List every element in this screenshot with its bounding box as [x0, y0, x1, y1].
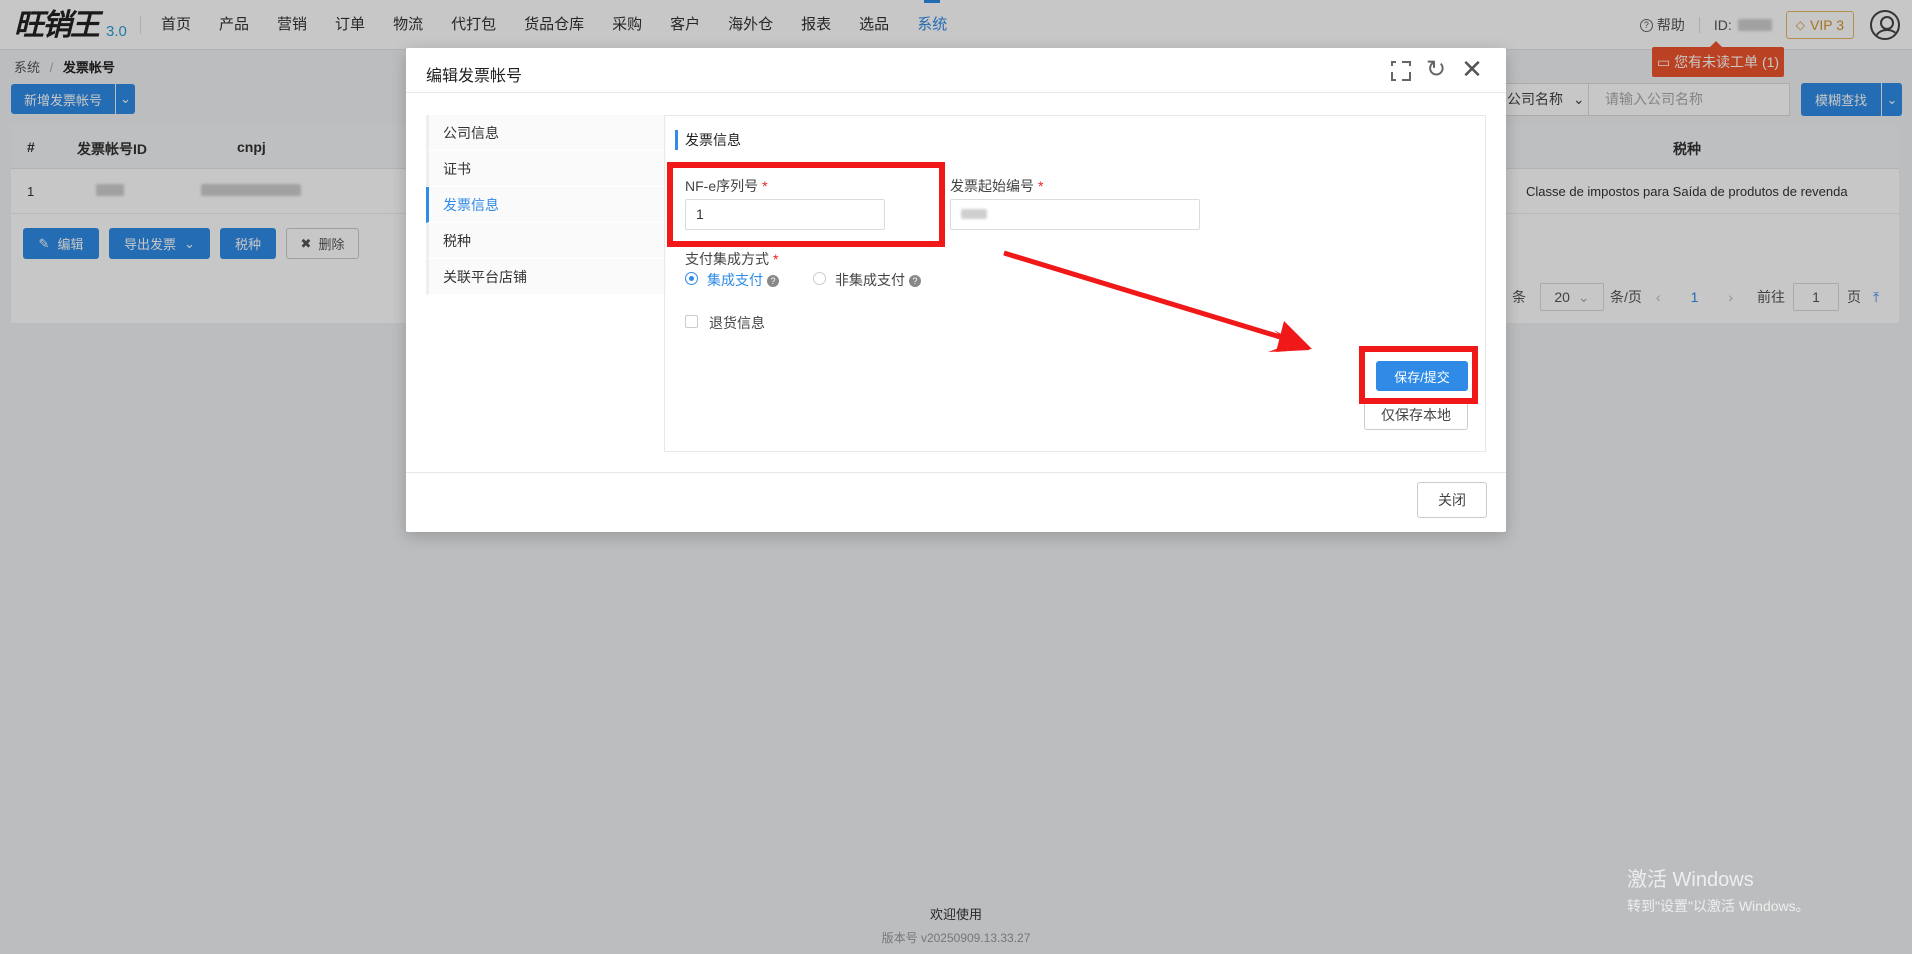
annotation-arrow	[1003, 250, 1312, 352]
arrow-shaft	[1003, 250, 1291, 343]
arrow-head-fill	[1276, 321, 1312, 352]
